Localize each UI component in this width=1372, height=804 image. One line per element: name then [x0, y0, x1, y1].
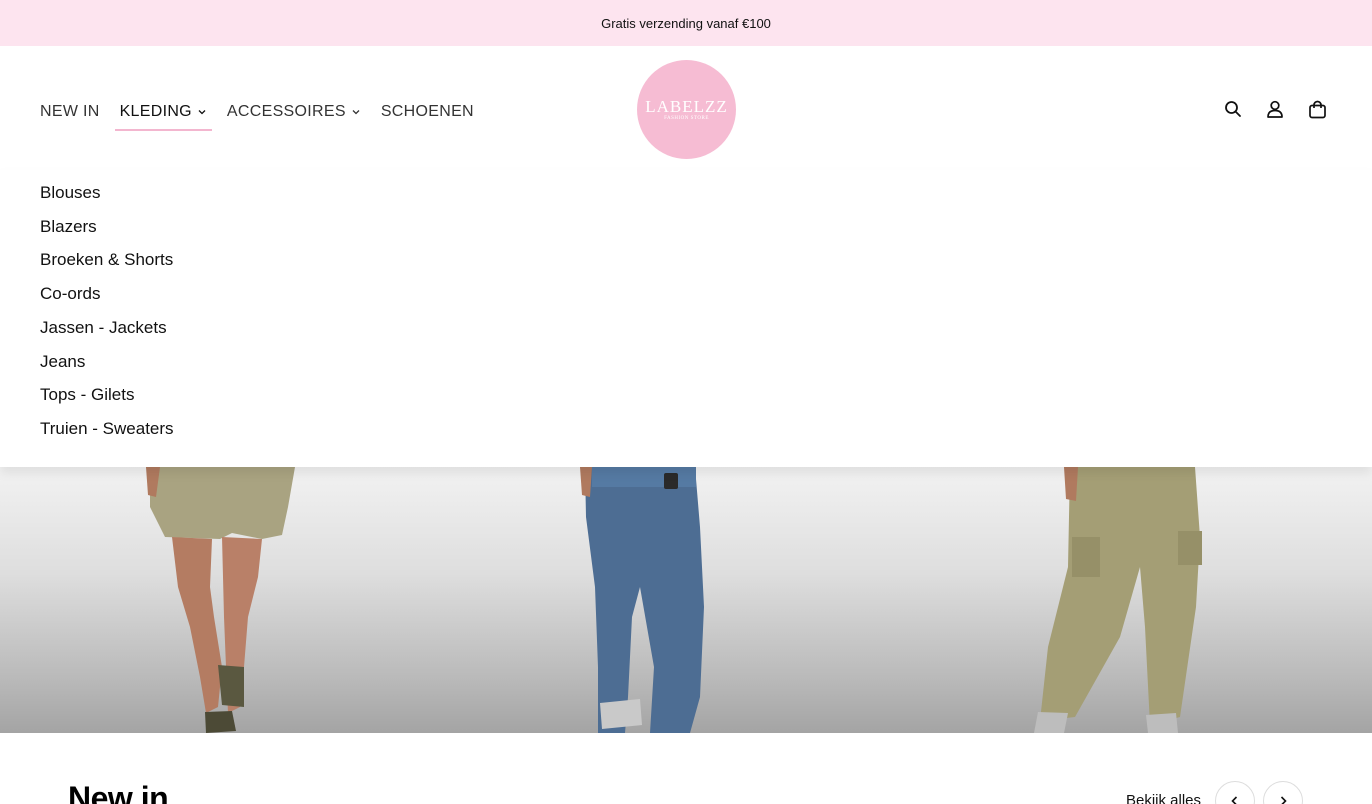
hero-banner[interactable]: [0, 467, 1372, 733]
dropdown-item-truien-sweaters[interactable]: Truien - Sweaters: [40, 412, 174, 446]
nav-item-kleding[interactable]: KLEDING: [114, 100, 213, 131]
logo-subtext: FASHION STORE: [664, 116, 709, 121]
dropdown-item-blazers[interactable]: Blazers: [40, 210, 174, 244]
dropdown-item-jassen-jackets[interactable]: Jassen - Jackets: [40, 311, 174, 345]
chevron-down-icon: [198, 110, 206, 115]
model-jeans: [580, 467, 704, 733]
dropdown-item-tops-gilets[interactable]: Tops - Gilets: [40, 378, 174, 412]
hero-image: [146, 467, 1202, 733]
nav-item-accessoires[interactable]: ACCESSOIRES: [227, 100, 361, 124]
chevron-right-icon: [1280, 796, 1287, 804]
cart-icon[interactable]: [1306, 98, 1328, 120]
dropdown-item-blouses[interactable]: Blouses: [40, 176, 174, 210]
nav-item-schoenen[interactable]: SCHOENEN: [381, 100, 474, 124]
nav-item-label: SCHOENEN: [380, 103, 474, 120]
dropdown-list: Blouses Blazers Broeken & Shorts Co-ords…: [40, 176, 174, 446]
nav-item-label: KLEDING: [119, 103, 192, 120]
carousel-next-button[interactable]: [1263, 781, 1303, 804]
announcement-text: Gratis verzending vanaf €100: [601, 15, 771, 31]
dropdown-item-broeken-shorts[interactable]: Broeken & Shorts: [40, 243, 174, 277]
view-all-link[interactable]: Bekijk alles: [1126, 792, 1201, 804]
carousel-prev-button[interactable]: [1215, 781, 1255, 804]
model-cargo: [1034, 467, 1202, 733]
nav-item-label: NEW IN: [40, 103, 100, 120]
announcement-bar: Gratis verzending vanaf €100: [0, 0, 1372, 46]
section-title: New in: [68, 780, 169, 804]
dropdown-item-jeans[interactable]: Jeans: [40, 345, 174, 379]
chevron-left-icon: [1231, 796, 1238, 804]
main-nav: NEW IN KLEDING ACCESSOIRES SCHOENEN: [40, 100, 494, 131]
brand-logo[interactable]: LABELZZ FASHION STORE: [637, 60, 736, 159]
site-header: NEW IN KLEDING ACCESSOIRES SCHOENEN LABE…: [0, 46, 1372, 170]
chevron-down-icon: [352, 110, 360, 115]
dropdown-item-co-ords[interactable]: Co-ords: [40, 277, 174, 311]
header-icons: [1202, 98, 1328, 120]
search-icon[interactable]: [1222, 98, 1244, 120]
nav-item-label: ACCESSOIRES: [226, 103, 346, 120]
nav-item-new-in[interactable]: NEW IN: [40, 100, 100, 124]
account-icon[interactable]: [1264, 98, 1286, 120]
logo-text: LABELZZ: [645, 97, 728, 116]
kleding-dropdown-menu: Blouses Blazers Broeken & Shorts Co-ords…: [0, 170, 1372, 467]
model-shorts: [146, 467, 295, 733]
